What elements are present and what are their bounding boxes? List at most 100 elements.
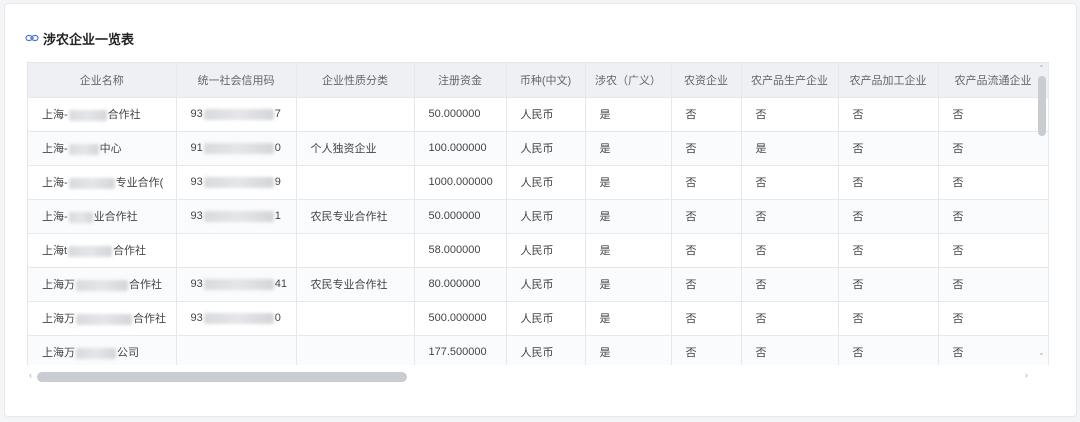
- cell-agri-processing: 否: [838, 267, 939, 302]
- horizontal-scroll-thumb[interactable]: [37, 372, 407, 382]
- column-header[interactable]: 农产品生产企业: [741, 63, 839, 98]
- cell-agri-broad: 是: [585, 199, 672, 234]
- column-header[interactable]: 农资企业: [671, 63, 742, 98]
- cell-company-name: 上海t 合作社: [28, 233, 177, 268]
- cell-agri-broad: 是: [585, 233, 672, 268]
- cell-agri-broad: 是: [585, 165, 672, 200]
- cell-company-name: 上海- 合作社: [28, 97, 177, 132]
- cell-agri-production: 否: [741, 301, 839, 336]
- cell-registered-capital: 58.000000: [414, 233, 507, 268]
- cell-agri-processing: 否: [838, 199, 939, 234]
- cell-credit-code: 91 0: [176, 131, 297, 166]
- table-row[interactable]: 上海- 专业合作(93 9 1000.000000 人民币是否否否否: [28, 165, 1049, 200]
- company-name-prefix: 上海-: [42, 177, 68, 189]
- column-header[interactable]: 注册资金: [414, 63, 507, 98]
- cell-credit-code: 93 7: [176, 97, 297, 132]
- cell-credit-code: 93 1: [176, 199, 297, 234]
- cell-agri-production: 否: [741, 199, 839, 234]
- column-header[interactable]: 企业性质分类: [296, 63, 415, 98]
- cell-agri-supply: 否: [671, 131, 742, 166]
- company-name-prefix: 上海万: [42, 347, 75, 359]
- cell-agri-distribution: 否: [938, 267, 1049, 302]
- cell-credit-code: [176, 233, 297, 268]
- vertical-scroll-thumb[interactable]: [1038, 76, 1046, 136]
- cell-agri-distribution: 否: [938, 301, 1049, 336]
- cell-enterprise-type: [296, 335, 415, 365]
- cell-company-name: 上海- 业合作社: [28, 199, 177, 234]
- redaction-mask: [203, 210, 274, 222]
- column-header[interactable]: 币种(中文): [506, 63, 586, 98]
- cell-agri-processing: 否: [838, 131, 939, 166]
- company-name-suffix: 中心: [99, 143, 122, 155]
- cell-credit-code: 93 0: [176, 301, 297, 336]
- cell-agri-supply: 否: [671, 335, 742, 365]
- horizontal-scrollbar[interactable]: ‹ ›: [27, 370, 1035, 384]
- credit-code-suffix: 0: [274, 142, 281, 154]
- credit-code-suffix: 9: [274, 176, 281, 188]
- redaction-mask: [68, 211, 93, 223]
- cell-agri-production: 否: [741, 267, 839, 302]
- credit-code-prefix: 93: [190, 278, 203, 290]
- cell-agri-supply: 否: [671, 267, 742, 302]
- credit-code-prefix: 93: [190, 176, 203, 188]
- table-header-row: 企业名称 统一社会信用码 企业性质分类 注册资金 币种(中文) 涉农（广义） 农…: [28, 63, 1049, 98]
- cell-agri-processing: 否: [838, 301, 939, 336]
- cell-enterprise-type: [296, 97, 415, 132]
- company-name-suffix: 合作社: [133, 313, 166, 325]
- cell-registered-capital: 50.000000: [414, 199, 507, 234]
- redaction-mask: [76, 279, 128, 291]
- column-header[interactable]: 企业名称: [28, 63, 177, 98]
- credit-code-suffix: 41: [274, 278, 287, 290]
- cell-agri-production: 是: [741, 131, 839, 166]
- cell-enterprise-type: 农民专业合作社: [296, 267, 415, 302]
- redaction-mask: [76, 313, 132, 325]
- cell-agri-broad: 是: [585, 131, 672, 166]
- cell-agri-production: 否: [741, 165, 839, 200]
- redaction-mask: [68, 109, 107, 121]
- table-row[interactable]: 上海- 业合作社 93 1 农民专业合作社 50.000000 人民币是否否否否: [28, 199, 1049, 234]
- credit-code-prefix: 93: [190, 108, 203, 120]
- table-row[interactable]: 上海万 合作社 93 41 农民专业合作社 80.000000 人民币是否否否否: [28, 267, 1049, 302]
- cell-agri-broad: 是: [585, 301, 672, 336]
- company-name-prefix: 上海t: [42, 245, 68, 257]
- column-header[interactable]: 统一社会信用码: [176, 63, 297, 98]
- redaction-mask: [203, 142, 274, 154]
- cell-credit-code: [176, 335, 297, 365]
- cell-agri-supply: 否: [671, 165, 742, 200]
- chevron-up-icon[interactable]: ⌃: [1038, 64, 1045, 73]
- column-header[interactable]: 涉农（广义）: [585, 63, 672, 98]
- cell-currency: 人民币: [506, 97, 586, 132]
- chevron-down-icon[interactable]: ⌄: [1038, 348, 1045, 357]
- cell-currency: 人民币: [506, 131, 586, 166]
- table-row[interactable]: 上海万 公司 177.500000 人民币是否否否否: [28, 335, 1049, 365]
- table-row[interactable]: 上海- 合作社 93 7 50.000000 人民币是否否否否: [28, 97, 1049, 132]
- cell-enterprise-type: [296, 165, 415, 200]
- cell-company-name: 上海万 公司: [28, 335, 177, 365]
- column-header[interactable]: 农产品流通企业: [938, 63, 1049, 98]
- table-row[interactable]: 上海t 合作社 58.000000 人民币是否否否否: [28, 233, 1049, 268]
- cell-credit-code: 93 9: [176, 165, 297, 200]
- redaction-mask: [68, 143, 99, 155]
- cell-credit-code: 93 41: [176, 267, 297, 302]
- credit-code-prefix: 93: [190, 210, 203, 222]
- table-row[interactable]: 上海万 合作社 93 0 500.000000 人民币是否否否否: [28, 301, 1049, 336]
- company-name-suffix: 合作社: [107, 109, 141, 121]
- credit-code-suffix: 7: [274, 108, 281, 120]
- chevron-left-icon[interactable]: ‹: [29, 370, 32, 380]
- table-row[interactable]: 上海- 中心 91 0 个人独资企业 100.000000 人民币是否是否否: [28, 131, 1049, 166]
- cell-registered-capital: 50.000000: [414, 97, 507, 132]
- cell-enterprise-type: 农民专业合作社: [296, 199, 415, 234]
- data-table-viewport[interactable]: 企业名称 统一社会信用码 企业性质分类 注册资金 币种(中文) 涉农（广义） 农…: [27, 62, 1049, 365]
- chevron-right-icon[interactable]: ›: [1025, 370, 1028, 380]
- redaction-mask: [203, 312, 274, 324]
- cell-agri-processing: 否: [838, 97, 939, 132]
- cell-company-name: 上海万 合作社: [28, 301, 177, 336]
- cell-agri-supply: 否: [671, 97, 742, 132]
- cell-agri-broad: 是: [585, 335, 672, 365]
- cell-currency: 人民币: [506, 301, 586, 336]
- column-header[interactable]: 农产品加工企业: [838, 63, 939, 98]
- cell-agri-processing: 否: [838, 233, 939, 268]
- cell-enterprise-type: [296, 233, 415, 268]
- cell-currency: 人民币: [506, 165, 586, 200]
- vertical-scrollbar[interactable]: ⌃ ⌄: [1036, 62, 1048, 364]
